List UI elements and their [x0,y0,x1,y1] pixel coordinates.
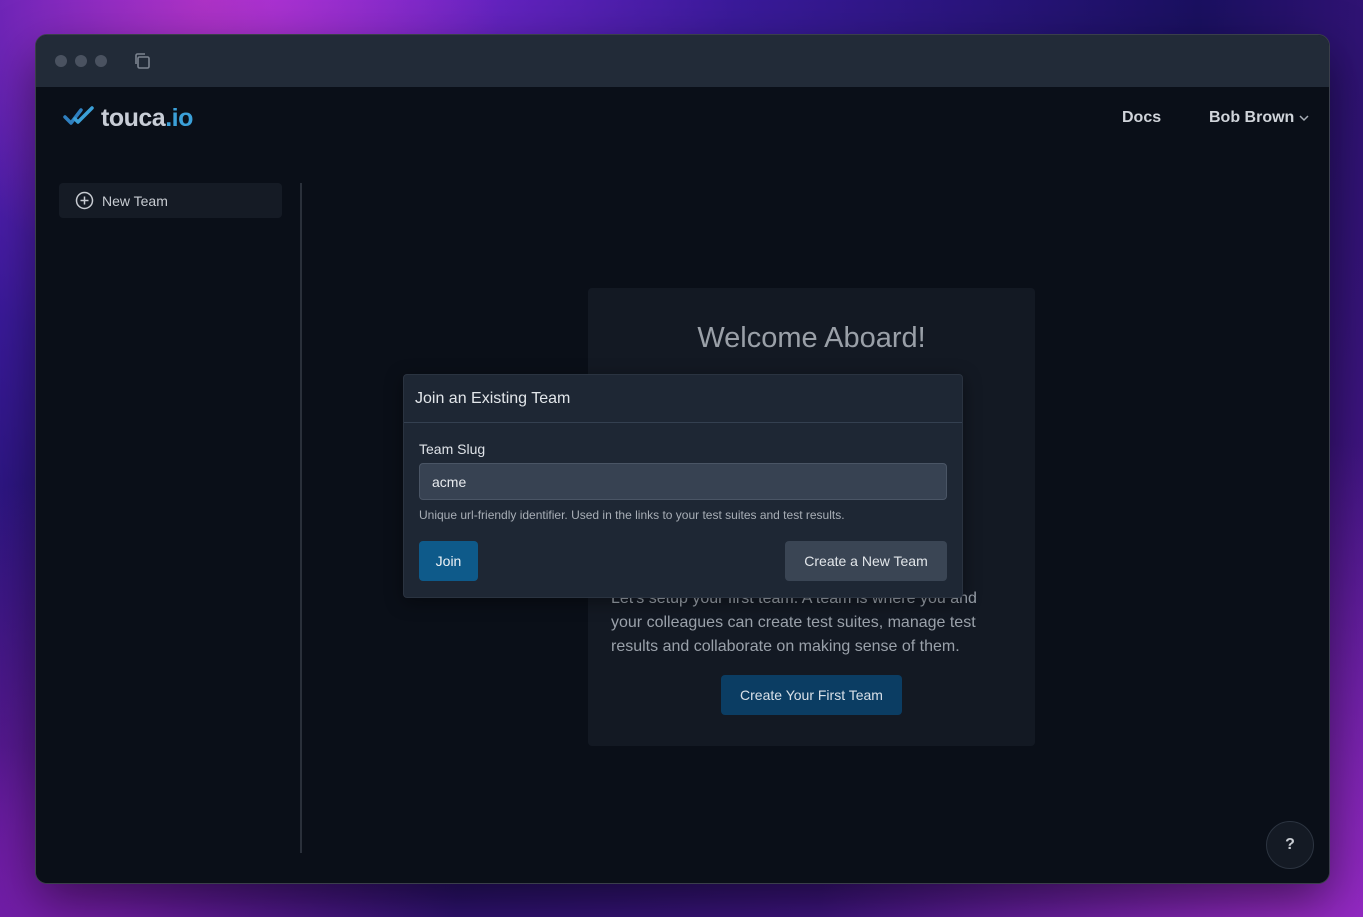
new-team-label: New Team [102,192,168,209]
copy-icon[interactable] [132,51,152,71]
team-slug-input[interactable] [419,463,947,500]
create-new-team-button[interactable]: Create a New Team [785,541,947,581]
logo-check-icon [63,105,95,132]
welcome-title: Welcome Aboard! [697,322,926,354]
team-slug-label: Team Slug [419,441,486,457]
user-menu[interactable]: Bob Brown [1209,109,1310,127]
window-titlebar [36,35,1329,87]
user-name: Bob Brown [1209,109,1295,126]
touca-logo[interactable]: touca.io [63,104,193,133]
app-content: touca.io Docs Bob Brown New Team Welcome… [36,87,1329,883]
chevron-down-icon [1298,112,1310,124]
plus-circle-icon [75,191,94,210]
sidebar: New Team [36,183,302,853]
top-navigation: touca.io Docs Bob Brown [36,87,1329,153]
browser-window: touca.io Docs Bob Brown New Team Welcome… [35,34,1330,884]
logo-text: touca.io [101,104,193,132]
join-button[interactable]: Join [419,541,478,581]
maximize-window-button[interactable] [95,55,107,67]
new-team-button[interactable]: New Team [59,183,282,218]
modal-title: Join an Existing Team [404,375,962,423]
minimize-window-button[interactable] [75,55,87,67]
create-first-team-button[interactable]: Create Your First Team [721,675,902,715]
help-button[interactable]: ? [1266,821,1314,869]
docs-link[interactable]: Docs [1122,109,1161,127]
team-slug-help-text: Unique url-friendly identifier. Used in … [419,508,845,522]
close-window-button[interactable] [55,55,67,67]
join-team-modal: Join an Existing Team Team Slug Unique u… [403,374,963,598]
